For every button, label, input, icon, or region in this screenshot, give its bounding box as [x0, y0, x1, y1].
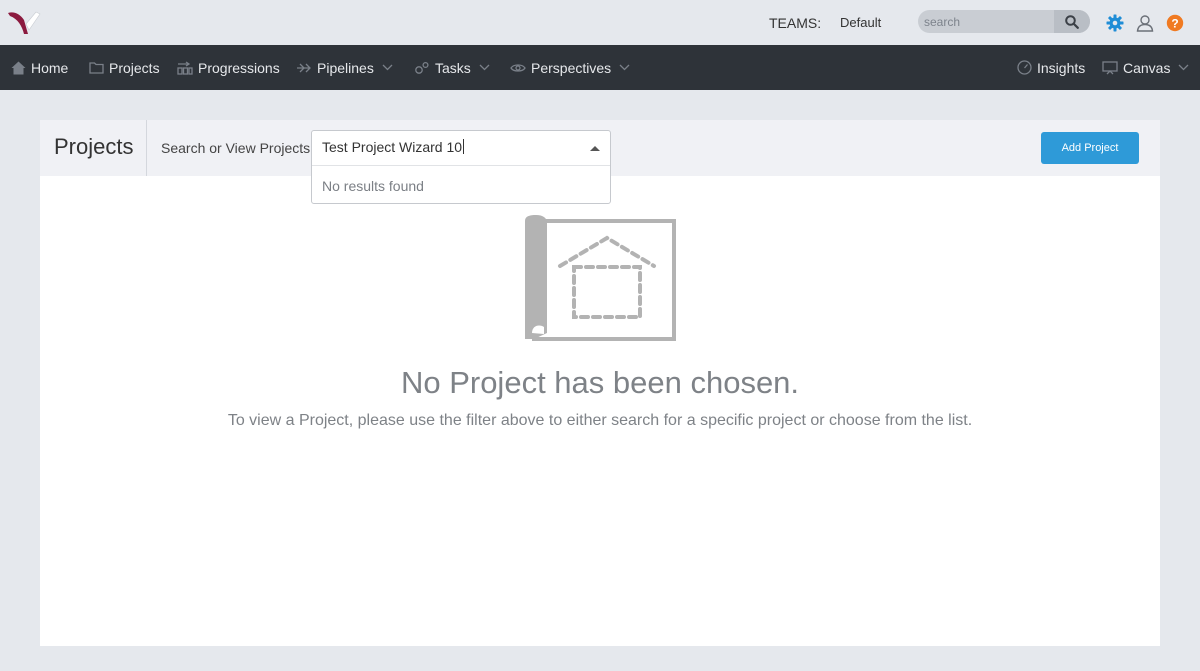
project-filter-label: Search or View Projects: — [161, 140, 315, 156]
chevron-down-icon — [382, 64, 394, 72]
chevron-down-icon — [619, 64, 631, 72]
nav-progressions[interactable]: Progressions — [177, 45, 280, 90]
header-divider — [146, 120, 147, 176]
nav-insights-label: Insights — [1037, 59, 1086, 76]
add-project-button[interactable]: Add Project — [1041, 132, 1139, 164]
nav-canvas[interactable]: Canvas — [1102, 45, 1190, 90]
user-icon — [1136, 15, 1154, 32]
home-icon — [10, 60, 26, 76]
teams-selector[interactable]: Default — [840, 15, 881, 30]
page-title: Projects — [54, 134, 134, 159]
settings-button[interactable] — [1105, 13, 1125, 33]
empty-state-description: To view a Project, please use the filter… — [227, 412, 973, 429]
teams-label: TEAMS: — [769, 15, 822, 31]
nav-home[interactable]: Home — [10, 45, 68, 90]
nav-pipelines[interactable]: Pipelines — [296, 45, 394, 90]
nav-perspectives-label: Perspectives — [531, 59, 612, 76]
pipelines-icon — [296, 60, 312, 76]
blueprint-illustration — [525, 215, 676, 341]
chevron-down-icon — [1178, 64, 1190, 72]
global-search — [918, 10, 1090, 33]
gear-icon — [1106, 14, 1124, 32]
search-icon — [1065, 14, 1079, 29]
svg-text:?: ? — [1171, 16, 1178, 30]
help-icon: ? — [1166, 14, 1184, 32]
folder-icon — [88, 60, 104, 76]
nav-tasks[interactable]: Tasks — [414, 45, 491, 90]
empty-state-title: No Project has been chosen. — [400, 365, 800, 400]
logo[interactable] — [8, 10, 42, 36]
user-menu-button[interactable] — [1135, 13, 1155, 33]
nav-pipelines-label: Pipelines — [317, 59, 374, 76]
project-filter-text: Test Project Wizard 10 — [322, 139, 463, 155]
help-button[interactable]: ? — [1165, 13, 1185, 33]
search-input[interactable] — [918, 10, 1052, 33]
nav-insights[interactable]: Insights — [1016, 45, 1085, 90]
no-results-message: No results found — [322, 178, 424, 194]
top-bar: TEAMS: Default search ? — [0, 0, 1200, 45]
progressions-icon — [177, 60, 193, 76]
search-button[interactable] — [1054, 10, 1090, 33]
nav-projects-label: Projects — [109, 59, 160, 76]
project-filter-input[interactable]: Test Project Wizard 10 — [312, 131, 610, 166]
tasks-icon — [414, 60, 430, 76]
nav-home-label: Home — [31, 59, 69, 76]
gauge-icon — [1016, 60, 1032, 76]
nav-tasks-label: Tasks — [435, 59, 471, 76]
text-cursor — [463, 139, 465, 154]
eye-icon — [510, 60, 526, 76]
nav-canvas-label: Canvas — [1123, 59, 1171, 76]
chevron-down-icon — [479, 64, 491, 72]
nav-progressions-label: Progressions — [198, 59, 280, 76]
canvas-icon — [1102, 60, 1118, 76]
nav-projects[interactable]: Projects — [88, 45, 160, 90]
project-filter-dropdown: Test Project Wizard 10 No results found — [311, 130, 611, 204]
caret-up-icon[interactable] — [590, 146, 600, 151]
nav-perspectives[interactable]: Perspectives — [510, 45, 631, 90]
project-filter-value: Test Project Wizard 10 — [322, 139, 465, 155]
main-nav: Home Projects Progressions Pipelines Tas… — [0, 45, 1200, 90]
